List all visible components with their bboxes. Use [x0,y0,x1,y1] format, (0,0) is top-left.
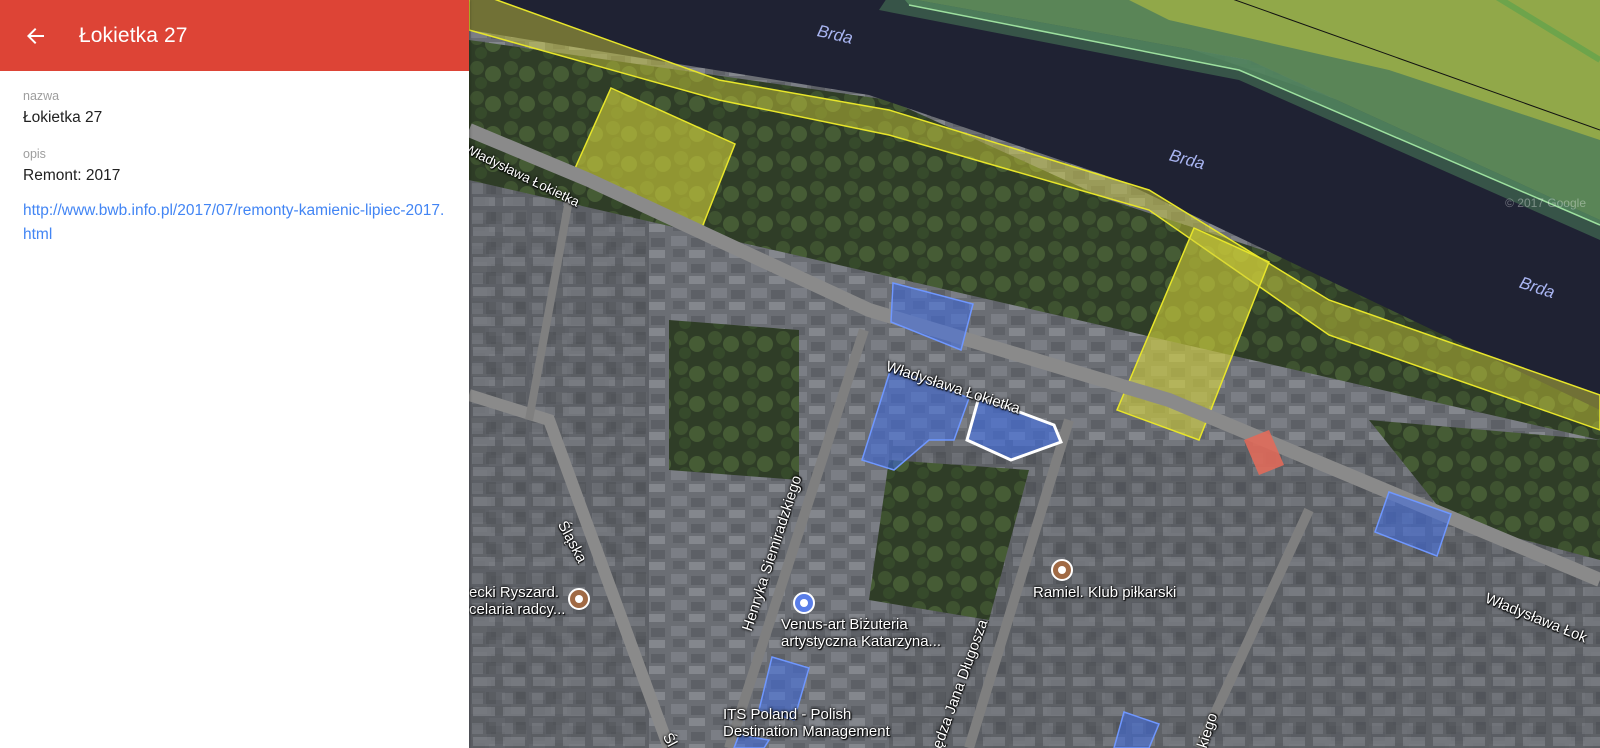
details-link[interactable]: http://www.bwb.info.pl/2017/07/remonty-k… [23,199,446,247]
name-field: nazwa Łokietka 27 [23,89,446,127]
page-title: Łokietka 27 [79,23,188,47]
name-value: Łokietka 27 [23,109,103,126]
back-button[interactable] [18,18,54,54]
satellite-map[interactable]: Brda Brda Brda Władysława Łokietka Włady… [469,0,1600,748]
arrow-left-icon [27,27,44,44]
description-field: opis Remont: 2017 [23,147,446,185]
map-canvas[interactable] [469,0,1600,748]
panel-header: Łokietka 27 [0,0,469,71]
poi-lawyer-icon[interactable] [568,588,590,610]
poi-ramiel-icon[interactable] [1051,559,1073,581]
poi-ramiel-label[interactable]: Ramiel. Klub piłkarski [1033,584,1176,601]
name-label: nazwa [23,89,60,103]
poi-lawyer-label-1[interactable]: ecki Ryszard. [469,584,559,601]
poi-its-label-2[interactable]: Destination Management [723,723,890,740]
description-label: opis [23,147,46,161]
poi-venus-label-1[interactable]: Venus-art Biżuteria [781,616,908,633]
poi-lawyer-label-2[interactable]: celaria radcy... [469,601,565,618]
map-copyright: © 2017 Google [1505,196,1586,210]
description-value: Remont: 2017 [23,167,121,184]
poi-venus-icon[interactable] [793,592,815,614]
panel-body: nazwa Łokietka 27 opis Remont: 2017 http… [0,71,469,247]
details-panel: Łokietka 27 nazwa Łokietka 27 opis Remon… [0,0,469,748]
poi-its-label-1[interactable]: ITS Poland - Polish [723,706,851,723]
poi-venus-label-2[interactable]: artystyczna Katarzyna... [781,633,941,650]
